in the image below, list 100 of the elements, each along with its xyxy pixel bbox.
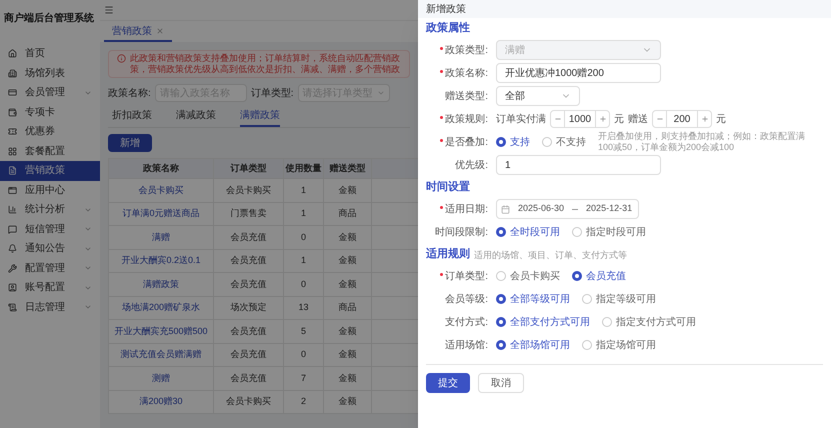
table-cell: 1 [284,178,324,202]
sidebar-item[interactable]: 营销政策 [0,161,100,180]
radio-option[interactable]: 不支持 [542,134,586,150]
policy-tab[interactable]: 满减政策 [176,108,216,127]
policy-link[interactable]: 满赠政策 [108,272,214,296]
radio-option[interactable]: 指定支付方式可用 [602,314,696,330]
window-icon [8,186,17,195]
table-cell: 商品 [324,202,372,226]
sidebar-item[interactable]: 会员管理 [0,83,100,102]
sidebar-item[interactable]: 日志管理 [0,298,100,317]
table-cell: 0 [284,343,324,366]
sidebar-item[interactable]: 短信管理 [0,220,100,239]
table-cell: 7 [284,366,324,390]
sidebar-item[interactable]: 套餐配置 [0,142,100,161]
radio-option[interactable]: 指定场馆可用 [582,338,656,352]
table-cell: 会员充值 [214,343,284,366]
sidebar-item[interactable]: 专项卡 [0,102,100,122]
field-label: 适用场馆: [445,338,488,352]
table-cell: 场次预定 [214,296,284,320]
input-field[interactable]: 开业优惠冲1000赠200 [496,63,661,83]
building-icon [8,68,17,78]
field-label: 适用日期: [445,202,488,216]
card-icon [8,88,17,98]
policy-link[interactable]: 满200赠30 [108,390,214,414]
table-cell: 会员充值 [214,249,284,272]
radio-option[interactable]: 全部场馆可用 [496,338,570,352]
date-range-field[interactable]: 2025-06-30 2025-12-31 [496,199,639,219]
radio-option[interactable]: 指定时段可用 [572,224,646,240]
field-label: 支付方式: [445,316,488,330]
app-title: 商户端后台管理系统 [3,11,95,26]
policy-tab[interactable]: 折扣政策 [112,108,152,127]
drawer-title: 新增政策 [426,2,466,16]
add-button[interactable]: 新增 [108,134,152,152]
sidebar-item[interactable]: 优惠券 [0,122,100,142]
table-cell: 会员充值 [214,320,284,343]
field-label: 政策名称: [445,66,488,80]
sidebar-item[interactable]: 统计分析 [0,200,100,220]
table-cell: 5 [284,320,324,343]
page-tab[interactable]: 营销政策 [104,22,172,42]
sidebar-item[interactable]: 账号配置 [0,278,100,298]
policy-link[interactable]: 场地满200赠矿泉水 [108,296,214,320]
table-cell: 1 [284,249,324,272]
house-icon [8,49,17,58]
table-cell: 金额 [324,272,372,296]
input-field[interactable]: 1 [496,155,661,175]
policy-link[interactable]: 开业大酬宾充500赠500 [108,320,214,343]
column-header: 使用数量 [284,158,324,178]
field-label: 政策类型: [445,44,488,58]
policy-link[interactable]: 开业大酬宾0.2送0.1 [108,249,214,272]
radio-option[interactable]: 会员卡购买 [496,268,560,284]
radio-option[interactable]: 全时段可用 [496,224,560,240]
policy-link[interactable]: 订单满0元赠送商品 [108,202,214,226]
submit-button[interactable]: 提交 [426,373,470,393]
table-cell: 2 [284,390,324,414]
radio-option[interactable]: 全部支付方式可用 [496,314,590,330]
required-mark [440,206,444,208]
alert-text: 此政策和营销政策支持叠加使用；订单结算时，系统自动匹配营销政策，营销政策优先级从高到低依次是折扣、满减、满赠，多个营销政 [130,53,401,75]
menu-icon[interactable] [104,5,114,15]
document-icon [8,166,17,176]
policy-link[interactable]: 会员卡购买 [108,178,214,202]
radio-option[interactable]: 全部等级可用 [496,292,570,306]
select-field[interactable]: 全部 [496,86,580,106]
rule-label: 订单实付满 [496,112,546,126]
calendar-icon [501,204,510,214]
policy-link[interactable]: 满赠 [108,226,214,249]
required-mark [440,138,444,142]
radio-option[interactable]: 支持 [496,134,530,150]
filter-label: 订单类型: [250,86,294,100]
field-label: 优先级: [455,158,488,172]
field-label: 是否叠加: [445,136,488,150]
table-cell: 金额 [324,390,372,414]
sidebar-item[interactable]: 首页 [0,44,100,64]
field-label: 政策规则: [445,112,488,126]
user-icon [8,283,17,292]
scroll-icon [8,302,17,312]
table-cell: 金额 [324,366,372,390]
table-cell: 会员充值 [214,226,284,249]
policy-link[interactable]: 测赠 [108,366,214,390]
sidebar-item[interactable]: 场馆列表 [0,64,100,83]
radio-option[interactable]: 会员充值 [572,268,626,284]
field-label: 会员等级: [445,292,488,306]
sidebar-item[interactable]: 应用中心 [0,180,100,200]
rule-label: 赠送 [628,112,648,126]
table-cell: 门票售卖 [214,202,284,226]
policy-link[interactable]: 测试充值会员赠满赠 [108,343,214,366]
radio-option[interactable]: 指定等级可用 [582,292,656,306]
cancel-button[interactable]: 取消 [478,373,524,393]
sidebar-item[interactable]: 配置管理 [0,258,100,278]
unit-label: 元 [614,112,624,126]
column-header: 赠送类型 [324,158,372,178]
wrench-icon [8,264,17,273]
wallet-icon [8,108,17,117]
info-icon [117,54,126,63]
close-icon[interactable] [156,27,164,35]
ticket-icon [8,127,17,136]
table-cell: 金额 [324,178,372,202]
policy-tab[interactable]: 满赠政策 [240,108,280,127]
column-header: 政策名称 [108,158,214,178]
table-cell: 0 [284,272,324,296]
sidebar-item[interactable]: 通知公告 [0,239,100,258]
